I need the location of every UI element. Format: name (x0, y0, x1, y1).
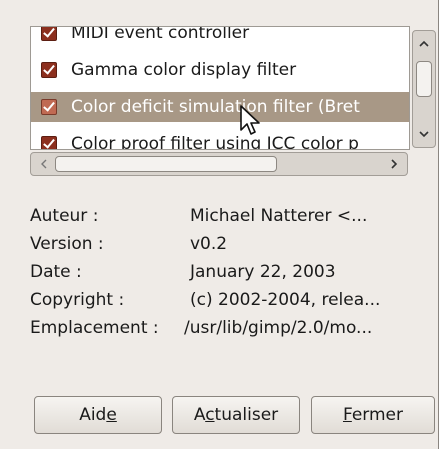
copyright-label: Copyright : (30, 290, 125, 310)
list-item[interactable]: MIDI event controller (31, 27, 409, 48)
copyright-row: Copyright : (c) 2002-2004, relea... (30, 286, 430, 314)
chevron-up-icon[interactable] (413, 33, 435, 55)
location-value: /usr/lib/gimp/2.0/mo... (184, 318, 373, 338)
checkbox-checked-icon[interactable] (41, 27, 57, 41)
chevron-left-icon[interactable] (33, 153, 55, 175)
checkbox-checked-icon[interactable] (41, 62, 57, 78)
help-button[interactable]: Aide (34, 396, 162, 434)
date-row: Date : January 22, 2003 (30, 258, 430, 286)
version-value: v0.2 (190, 234, 228, 254)
version-label: Version : (30, 234, 104, 254)
list-item-label: MIDI event controller (71, 27, 250, 43)
copyright-value: (c) 2002-2004, relea... (190, 290, 381, 310)
author-value: Michael Natterer <... (190, 206, 368, 226)
list-item-selected[interactable]: Color deficit simulation filter (Bret (31, 92, 409, 122)
chevron-right-icon[interactable] (383, 153, 405, 175)
author-row: Auteur : Michael Natterer <... (30, 202, 430, 230)
checkbox-checked-icon[interactable] (41, 136, 57, 149)
chevron-down-icon[interactable] (413, 123, 435, 145)
checkbox-checked-icon[interactable] (41, 99, 57, 115)
list-item[interactable]: Color proof filter using ICC color p (31, 129, 409, 149)
list-item[interactable]: Gamma color display filter (31, 55, 409, 85)
plugin-list-viewport: MIDI event controller Gamma color displa… (31, 27, 409, 149)
location-row: Emplacement : /usr/lib/gimp/2.0/mo... (30, 314, 430, 342)
refresh-button[interactable]: Actualiser (172, 396, 300, 434)
plugin-list[interactable]: MIDI event controller Gamma color displa… (30, 26, 410, 150)
close-button-label: Fermer (342, 405, 404, 425)
help-button-label: Aide (79, 405, 117, 425)
refresh-button-label: Actualiser (193, 405, 279, 425)
list-item-label: Color proof filter using ICC color p (71, 134, 359, 149)
vertical-scroll-thumb[interactable] (416, 61, 432, 97)
mouse-pointer-icon (240, 105, 260, 135)
vertical-scrollbar[interactable] (412, 30, 436, 148)
version-row: Version : v0.2 (30, 230, 430, 258)
plugin-details: Auteur : Michael Natterer <... Version :… (30, 202, 430, 342)
date-label: Date : (30, 262, 82, 282)
location-label: Emplacement : (30, 318, 159, 338)
date-value: January 22, 2003 (190, 262, 336, 282)
list-item-label: Color deficit simulation filter (Bret (71, 97, 360, 117)
close-button[interactable]: Fermer (311, 396, 435, 434)
author-label: Auteur : (30, 206, 99, 226)
display-filters-dialog: MIDI event controller Gamma color displa… (0, 0, 439, 449)
horizontal-scroll-thumb[interactable] (55, 156, 277, 172)
horizontal-scrollbar[interactable] (30, 152, 408, 176)
list-item-label: Gamma color display filter (71, 60, 297, 80)
